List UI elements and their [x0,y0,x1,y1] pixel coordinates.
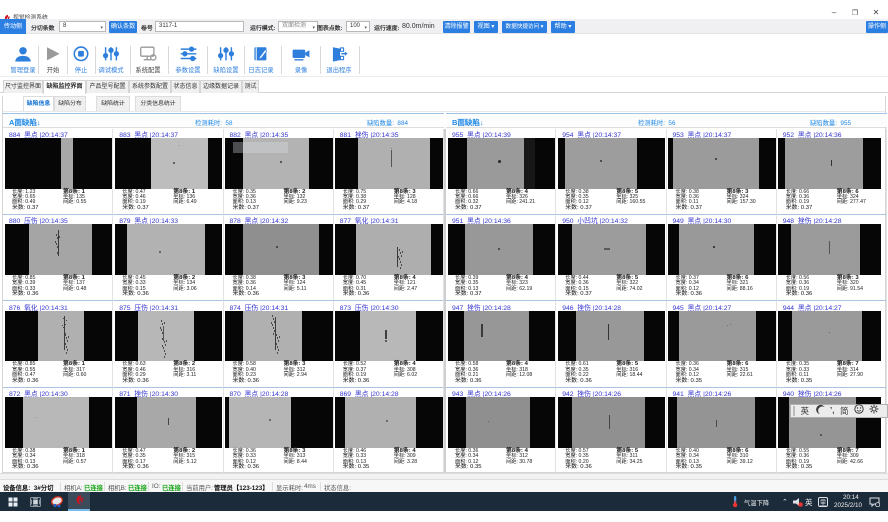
svg-text:里: 里 [819,498,826,506]
